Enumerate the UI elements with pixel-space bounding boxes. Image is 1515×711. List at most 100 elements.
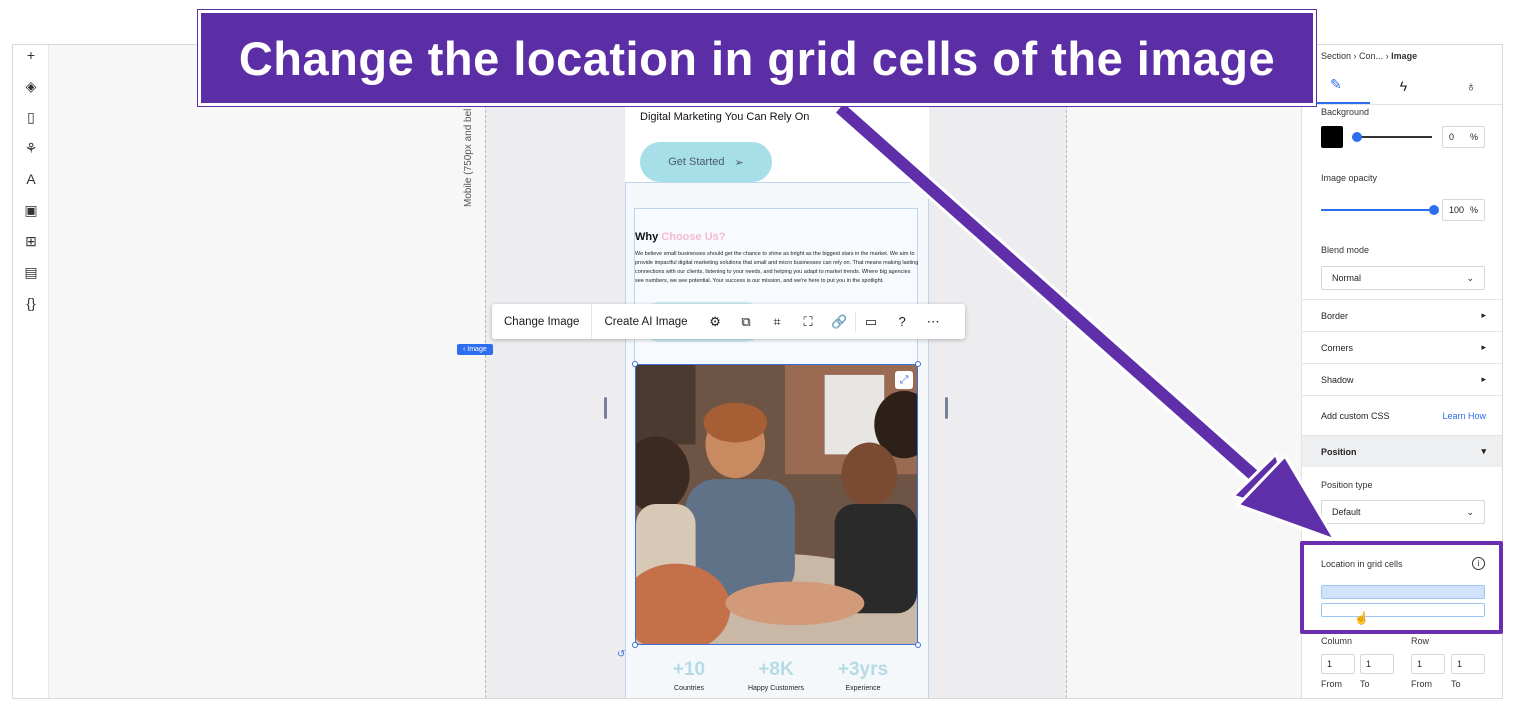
shadow-row[interactable]: Shadow ▸ xyxy=(1302,363,1502,395)
stat-label: Experience xyxy=(845,685,881,692)
send-icon: ➢ xyxy=(734,156,744,169)
resize-handle-bl[interactable] xyxy=(632,642,638,648)
editor-window: + ◈ ▯ ⚘ A ▣ ⊞ ▤ {} Mobile (750px and bel… xyxy=(12,44,1503,699)
canvas[interactable]: Mobile (750px and bel Digital Marketing … xyxy=(49,45,1301,698)
blend-mode-select[interactable]: Normal ⌄ xyxy=(1321,266,1485,290)
element-type-chip[interactable]: ‹ Image xyxy=(457,344,493,355)
image-opacity-knob[interactable] xyxy=(1429,205,1439,215)
focus-icon[interactable]: ⛶ xyxy=(793,304,824,339)
triangle-right-icon: ▸ xyxy=(1481,310,1486,320)
corners-label: Corners xyxy=(1321,342,1354,353)
row-label: Row xyxy=(1411,636,1430,646)
why-heading[interactable]: Why Choose Us? xyxy=(635,231,725,243)
link-icon[interactable]: 🔗 xyxy=(824,304,855,339)
expand-icon[interactable]: ⤢ xyxy=(895,371,913,389)
background-opacity-value: 0 xyxy=(1449,132,1455,142)
percent-unit: % xyxy=(1469,205,1478,215)
page-icon[interactable]: ▯ xyxy=(21,107,41,127)
image-icon[interactable]: ▣ xyxy=(21,200,41,220)
why-heading-highlight: Choose Us? xyxy=(661,231,726,243)
border-row[interactable]: Border ▸ xyxy=(1302,299,1502,331)
resize-handle-br[interactable] xyxy=(915,642,921,648)
stat-value: +3yrs xyxy=(837,659,889,680)
position-section-header[interactable]: Position ▾ xyxy=(1302,435,1502,467)
create-ai-image-button[interactable]: Create AI Image xyxy=(592,304,699,339)
image-opacity-input[interactable]: 100 % xyxy=(1442,199,1485,221)
settings-icon[interactable]: ⚙ xyxy=(700,304,731,339)
row-from-input[interactable]: 1 xyxy=(1411,654,1445,674)
triangle-down-icon: ▾ xyxy=(1481,446,1486,456)
breakpoint-label: Mobile (750px and bel xyxy=(463,108,474,207)
row-from-label: From xyxy=(1411,679,1432,689)
stat-customers: +8K Happy Customers xyxy=(736,659,816,692)
column-to-input[interactable]: 1 xyxy=(1360,654,1394,674)
column-to-label: To xyxy=(1360,679,1370,689)
resize-handle-tl[interactable] xyxy=(632,361,638,367)
learn-how-link[interactable]: Learn How xyxy=(1442,411,1486,421)
get-started-button[interactable]: Get Started ➢ xyxy=(640,142,772,182)
chevron-down-icon: ⌄ xyxy=(1466,272,1474,283)
code-icon[interactable]: {} xyxy=(21,293,41,313)
left-toolbar: + ◈ ▯ ⚘ A ▣ ⊞ ▤ {} xyxy=(13,45,49,698)
apps-icon[interactable]: ⊞ xyxy=(21,231,41,251)
background-color-swatch[interactable] xyxy=(1321,126,1343,148)
position-type-select[interactable]: Default ⌄ xyxy=(1321,500,1485,524)
stat-countries: +10 Countries xyxy=(649,659,729,692)
column-from-label: From xyxy=(1321,679,1342,689)
team-image[interactable]: ⤢ xyxy=(635,364,918,645)
background-opacity-track[interactable] xyxy=(1357,136,1432,138)
background-opacity-input[interactable]: 0 % xyxy=(1442,126,1485,148)
corners-row[interactable]: Corners ▸ xyxy=(1302,331,1502,363)
lightning-icon: ϟ xyxy=(1399,77,1408,94)
row-to-label: To xyxy=(1451,679,1461,689)
left-resize-handle[interactable] xyxy=(604,397,607,419)
triangle-right-icon: ▸ xyxy=(1481,374,1486,384)
lightbulb-icon: ♁ xyxy=(1465,77,1477,94)
brush-icon: ✎ xyxy=(1329,76,1342,92)
right-resize-handle[interactable] xyxy=(945,397,948,419)
why-body-text[interactable]: We believe small businesses should get t… xyxy=(635,250,919,286)
position-type-label: Position type xyxy=(1321,480,1373,490)
breadcrumb-section[interactable]: Section xyxy=(1321,51,1351,61)
position-label: Position xyxy=(1321,446,1357,457)
blend-mode-value: Normal xyxy=(1332,273,1362,283)
components-icon[interactable]: ⚘ xyxy=(21,138,41,158)
inspector-tabs: ✎ ϟ ♁ xyxy=(1302,67,1502,105)
image-opacity-track[interactable] xyxy=(1321,209,1434,211)
ideas-tab[interactable]: ♁ xyxy=(1437,67,1502,104)
row-to-input[interactable]: 1 xyxy=(1451,654,1485,674)
layers-icon[interactable]: ◈ xyxy=(21,76,41,96)
column-label: Column xyxy=(1321,636,1353,646)
shadow-label: Shadow xyxy=(1321,374,1354,385)
image-opacity-label: Image opacity xyxy=(1321,173,1378,183)
get-started-label: Get Started xyxy=(668,156,725,168)
change-image-button[interactable]: Change Image xyxy=(492,304,593,339)
blend-mode-label: Blend mode xyxy=(1321,245,1370,255)
comment-icon[interactable]: ▭ xyxy=(856,304,887,339)
breadcrumb-container[interactable]: Con... xyxy=(1359,51,1383,61)
image-opacity-value: 100 xyxy=(1449,205,1465,215)
plus-icon[interactable]: + xyxy=(21,45,41,65)
mobile-page: Digital Marketing You Can Rely On Get St… xyxy=(617,45,929,698)
border-label: Border xyxy=(1321,310,1349,321)
crop-icon[interactable]: ⌗ xyxy=(762,304,793,339)
highlight-box xyxy=(1300,541,1503,634)
stat-experience: +3yrs Experience xyxy=(823,659,903,692)
more-icon[interactable]: ⋯ xyxy=(918,304,949,339)
custom-css-row: Add custom CSS Learn How xyxy=(1302,395,1502,435)
table-icon[interactable]: ▤ xyxy=(21,262,41,282)
column-from-input[interactable]: 1 xyxy=(1321,654,1355,674)
position-type-value: Default xyxy=(1332,507,1361,517)
resize-handle-tr[interactable] xyxy=(915,361,921,367)
interactions-tab[interactable]: ϟ xyxy=(1370,67,1438,104)
rotate-icon[interactable]: ↺ xyxy=(617,649,625,660)
mask-icon[interactable]: ⧉ xyxy=(731,304,762,339)
custom-css-label: Add custom CSS xyxy=(1321,410,1390,421)
breadcrumb-current: Image xyxy=(1391,51,1418,61)
stat-value: +10 xyxy=(672,659,706,680)
help-icon[interactable]: ? xyxy=(887,304,918,339)
image-floating-toolbar: Change Image Create AI Image ⚙ ⧉ ⌗ ⛶ 🔗 ▭… xyxy=(492,304,965,339)
typography-icon[interactable]: A xyxy=(21,169,41,189)
background-opacity-knob[interactable] xyxy=(1352,132,1362,142)
tagline-text: Digital Marketing You Can Rely On xyxy=(640,111,810,123)
